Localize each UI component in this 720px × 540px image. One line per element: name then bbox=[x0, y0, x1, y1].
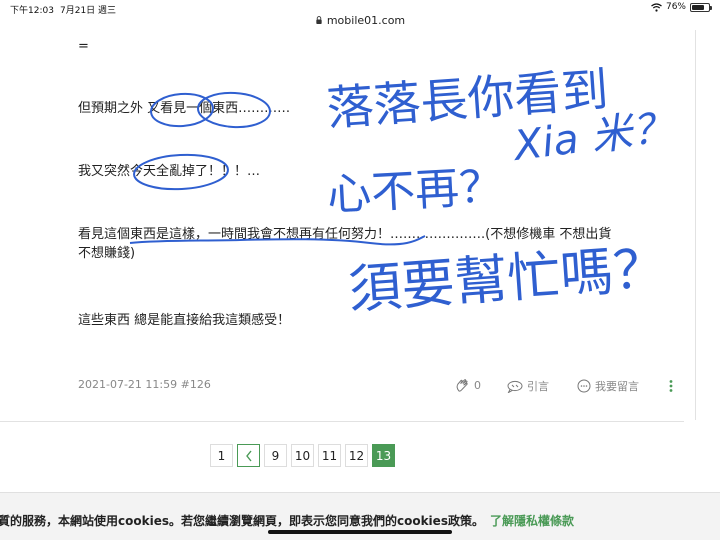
like-count: 0 bbox=[474, 378, 481, 392]
content-border bbox=[695, 30, 696, 420]
post-line-3: 我又突然今天全亂掉了！！！… bbox=[78, 164, 261, 179]
quote-button[interactable]: 引言 bbox=[507, 378, 549, 394]
quote-icon bbox=[507, 380, 523, 393]
handwriting-line-2: Xia 米？ bbox=[509, 103, 675, 170]
clap-icon bbox=[456, 379, 468, 392]
more-vertical-icon bbox=[669, 380, 673, 392]
page-13-current[interactable]: 13 bbox=[372, 444, 395, 467]
comment-icon bbox=[577, 379, 591, 393]
reply-label: 我要留言 bbox=[595, 380, 639, 393]
pagination: 1 9 10 11 12 13 bbox=[210, 444, 395, 467]
quote-label: 引言 bbox=[527, 380, 549, 393]
url-bar[interactable]: mobile01.com bbox=[0, 10, 720, 30]
privacy-policy-link[interactable]: 了解隱私權條款 bbox=[490, 514, 574, 528]
post-line-4: 看見這個東西是這樣，一時間我會不想再有任何努力！………………….(不想修機車 不… bbox=[78, 227, 612, 242]
chevron-left-icon bbox=[245, 450, 252, 461]
handwriting-line-3: 心不再？ bbox=[326, 161, 504, 221]
url-host: mobile01.com bbox=[326, 13, 406, 27]
prev-page-button[interactable] bbox=[237, 444, 260, 467]
handwriting-line-4: 須要幫忙嗎？ bbox=[347, 238, 668, 321]
page-12-button[interactable]: 12 bbox=[345, 444, 368, 467]
cookie-text: 質的服務，本網站使用cookies。若您繼續瀏覽網頁，即表示您同意我們的cook… bbox=[0, 512, 574, 529]
like-button[interactable]: 0 bbox=[455, 378, 481, 392]
post-timestamp: 2021-07-21 11:59 #126 bbox=[78, 378, 211, 391]
home-indicator bbox=[268, 530, 452, 534]
cookie-message: 質的服務，本網站使用cookies。若您繼續瀏覽網頁，即表示您同意我們的cook… bbox=[0, 514, 484, 528]
page-10-button[interactable]: 10 bbox=[291, 444, 314, 467]
lock-icon bbox=[316, 16, 322, 24]
page-9-button[interactable]: 9 bbox=[264, 444, 287, 467]
page-1-button[interactable]: 1 bbox=[210, 444, 233, 467]
page-11-button[interactable]: 11 bbox=[318, 444, 341, 467]
handwriting-line-1: 落落長你看到 bbox=[325, 62, 610, 137]
post-line-2: 但預期之外 又看見一個東西………… bbox=[78, 101, 291, 116]
post-line-1: = bbox=[78, 39, 89, 54]
post-line-5: 不想賺錢) bbox=[78, 246, 136, 261]
post-line-6: 這些東西 總是能直接給我這類感受！ bbox=[78, 313, 291, 328]
reply-button[interactable]: 我要留言 bbox=[577, 378, 639, 394]
section-divider bbox=[0, 421, 684, 422]
more-options-button[interactable] bbox=[668, 379, 674, 396]
